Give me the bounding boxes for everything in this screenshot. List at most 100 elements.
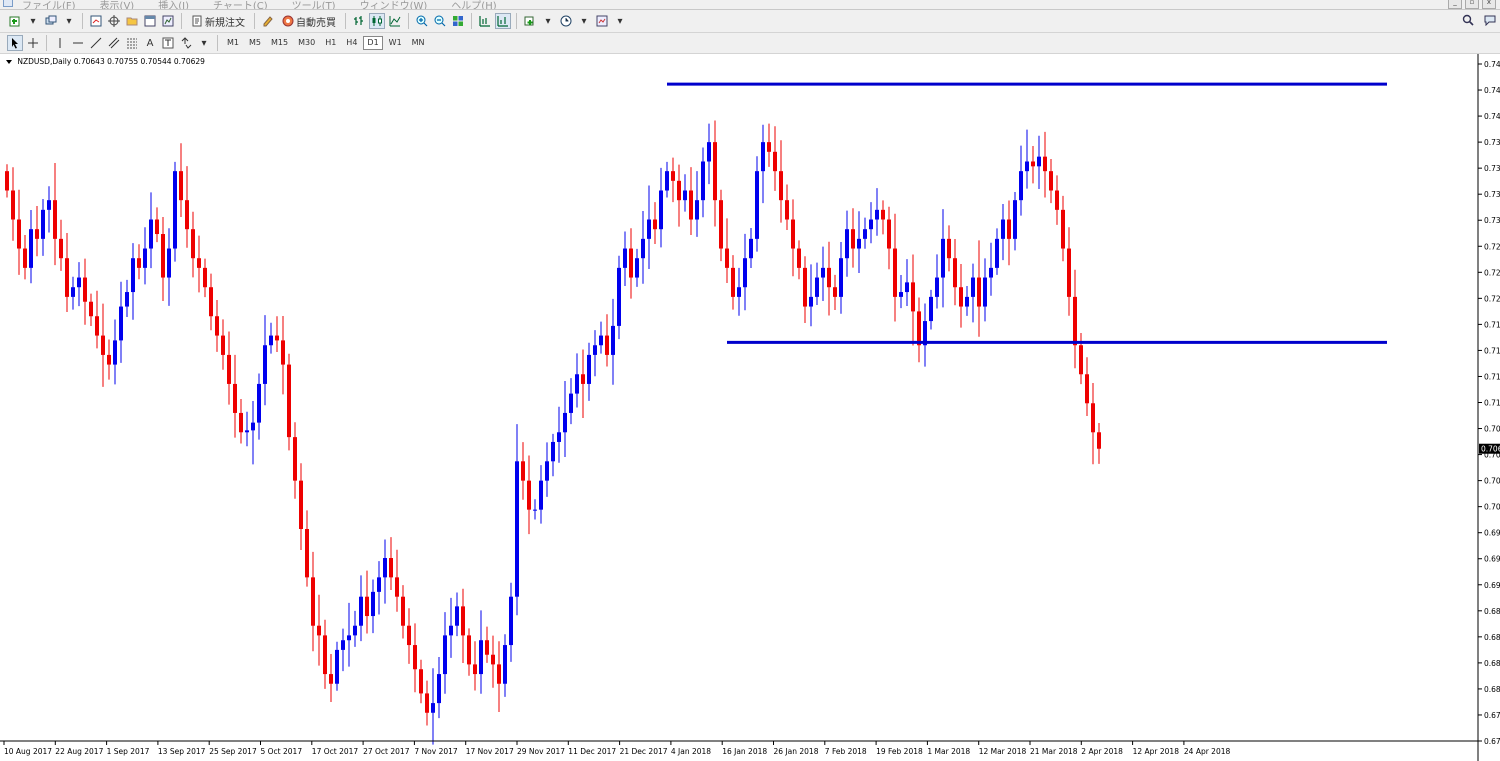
timeframe-mn[interactable]: MN (408, 36, 429, 50)
bull-candle (707, 142, 711, 162)
bull-candle (371, 591, 375, 617)
timeframe-h1[interactable]: H1 (321, 36, 340, 50)
minimize-button[interactable]: _ (1448, 0, 1462, 9)
menu-item[interactable]: ウィンドウ(W) (360, 0, 428, 9)
trendline-icon[interactable] (88, 35, 104, 51)
bull-candle (353, 625, 357, 636)
text-label-icon[interactable] (160, 35, 176, 51)
bear-candle (275, 335, 279, 341)
price-tick-label: 0.711 (1484, 399, 1500, 408)
timeframe-w1[interactable]: W1 (385, 36, 406, 50)
toolbar-separator (516, 13, 517, 29)
vertical-line-icon[interactable] (52, 35, 68, 51)
timeframe-m5[interactable]: M5 (245, 36, 265, 50)
bear-candle (239, 412, 243, 433)
menu-item[interactable]: ツール(T) (292, 0, 336, 9)
bull-candle (755, 171, 759, 239)
crosshair-move-icon[interactable] (106, 13, 122, 29)
bear-candle (605, 335, 609, 355)
price-tick-label: 0.732 (1484, 190, 1500, 199)
dropdown-arrow-icon[interactable]: ▾ (61, 13, 77, 29)
timeframe-d1[interactable]: D1 (363, 36, 383, 50)
bear-candle (629, 248, 633, 278)
time-tick-label: 17 Oct 2017 (312, 747, 359, 756)
close-button[interactable]: x (1482, 0, 1496, 9)
profiles-button[interactable] (43, 13, 59, 29)
bear-candle (305, 529, 309, 578)
timeframe-m1[interactable]: M1 (223, 36, 243, 50)
price-tick-label: 0.730 (1484, 216, 1500, 225)
bull-candle (1037, 156, 1041, 167)
price-tick-label: 0.714 (1484, 372, 1500, 381)
dropdown-arrow-icon[interactable]: ▾ (25, 13, 41, 29)
bear-candle (785, 200, 789, 220)
dropdown-arrow-icon[interactable]: ▾ (576, 13, 592, 29)
bull-candle (749, 238, 753, 259)
search-icon[interactable] (1462, 14, 1474, 29)
new-chart-button[interactable] (7, 13, 23, 29)
bull-candle (839, 258, 843, 297)
price-chart[interactable]: 0.746 0.743 0.740 0.738 0.735 0.732 0.730 0.727… (0, 54, 1500, 761)
line-chart-icon[interactable] (387, 13, 403, 29)
bull-candle (143, 248, 147, 268)
collapse-triangle-icon[interactable] (6, 60, 12, 64)
timeframe-m15[interactable]: M15 (267, 36, 292, 50)
menu-item[interactable]: チャート(C) (213, 0, 268, 9)
periods-clock-icon[interactable] (558, 13, 574, 29)
terminal-window-icon[interactable] (142, 13, 158, 29)
folder-icon[interactable] (124, 13, 140, 29)
auto-scroll-icon[interactable] (495, 13, 511, 29)
bull-candle (149, 219, 153, 249)
bull-candle (683, 190, 687, 201)
horizontal-line-icon[interactable] (70, 35, 86, 51)
dropdown-arrow-icon[interactable]: ▾ (196, 35, 212, 51)
tile-windows-icon[interactable] (450, 13, 466, 29)
bear-candle (389, 558, 393, 578)
candlestick-chart-icon[interactable] (369, 13, 385, 29)
dropdown-arrow-icon[interactable]: ▾ (612, 13, 628, 29)
chart-shift-icon[interactable] (477, 13, 493, 29)
menu-item[interactable]: ファイル(F) (22, 0, 76, 9)
strategy-tester-icon[interactable] (160, 13, 176, 29)
auto-trading-button[interactable]: 自動売買 (278, 13, 340, 29)
bull-candle (665, 171, 669, 191)
chat-icon[interactable] (1484, 14, 1496, 29)
toolbar-separator (46, 35, 47, 51)
bear-candle (497, 664, 501, 684)
zoom-out-icon[interactable] (432, 13, 448, 29)
bear-candle (851, 229, 855, 249)
menu-item[interactable]: 挿入(I) (158, 0, 189, 9)
window-controls: _ ▫ x (1448, 0, 1496, 9)
market-watch-button[interactable] (88, 13, 104, 29)
metaeditor-icon[interactable] (260, 13, 276, 29)
fibonacci-icon[interactable] (124, 35, 140, 51)
zoom-in-icon[interactable] (414, 13, 430, 29)
cursor-icon[interactable] (7, 35, 23, 51)
channel-icon[interactable] (106, 35, 122, 51)
price-tick-label: 0.719 (1484, 320, 1500, 329)
menu-item[interactable]: 表示(V) (100, 0, 135, 9)
bear-candle (317, 625, 321, 636)
restore-button[interactable]: ▫ (1465, 0, 1479, 9)
bear-candle (797, 248, 801, 268)
bull-candle (449, 625, 453, 636)
indicators-icon[interactable] (522, 13, 538, 29)
time-tick-label: 12 Mar 2018 (979, 747, 1027, 756)
arrows-icon[interactable] (178, 35, 194, 51)
new-order-button[interactable]: 新規注文 (187, 13, 249, 29)
bear-candle (1091, 403, 1095, 433)
templates-icon[interactable] (594, 13, 610, 29)
crosshair-icon[interactable] (25, 35, 41, 51)
menu-bar: ファイル(F) 表示(V) 挿入(I) チャート(C) ツール(T) ウィンドウ(W) ヘル… (0, 0, 1500, 10)
bear-candle (221, 335, 225, 355)
timeframe-h4[interactable]: H4 (342, 36, 361, 50)
dropdown-arrow-icon[interactable]: ▾ (540, 13, 556, 29)
bull-candle (593, 345, 597, 355)
menu-item[interactable]: ヘルプ(H) (451, 0, 496, 9)
bar-chart-icon[interactable] (351, 13, 367, 29)
bull-candle (845, 229, 849, 259)
text-tool-button[interactable]: A (142, 35, 158, 51)
timeframe-m30[interactable]: M30 (294, 36, 319, 50)
menu-items: ファイル(F) 表示(V) 挿入(I) チャート(C) ツール(T) ウィンドウ(W) ヘル… (22, 0, 497, 9)
bear-candle (185, 200, 189, 230)
